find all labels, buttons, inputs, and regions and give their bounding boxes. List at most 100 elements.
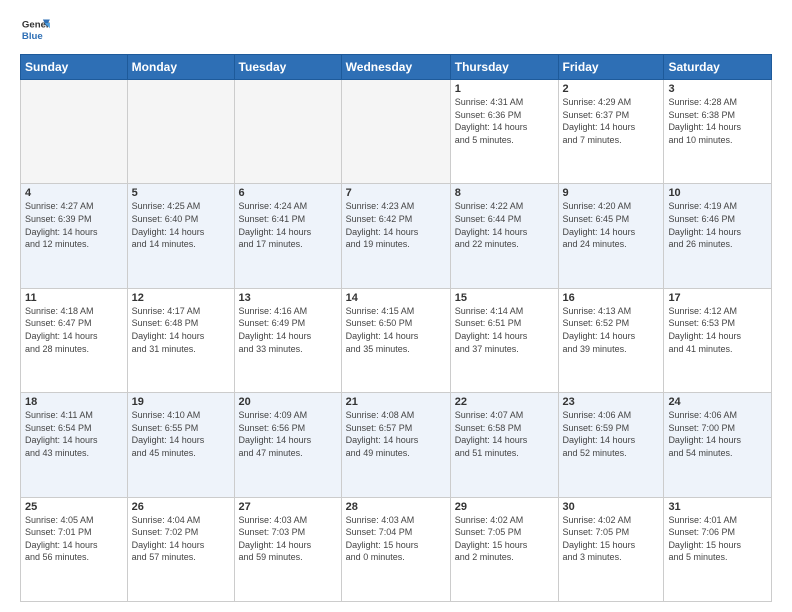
- day-number: 24: [668, 396, 767, 408]
- day-number: 7: [346, 187, 446, 199]
- day-info: Sunrise: 4:09 AM Sunset: 6:56 PM Dayligh…: [239, 409, 337, 459]
- day-cell-2: 2Sunrise: 4:29 AM Sunset: 6:37 PM Daylig…: [558, 80, 664, 184]
- day-cell-27: 27Sunrise: 4:03 AM Sunset: 7:03 PM Dayli…: [234, 497, 341, 601]
- weekday-header-row: SundayMondayTuesdayWednesdayThursdayFrid…: [21, 55, 772, 80]
- day-info: Sunrise: 4:19 AM Sunset: 6:46 PM Dayligh…: [668, 200, 767, 250]
- day-number: 26: [132, 501, 230, 513]
- page: General Blue SundayMondayTuesdayWednesda…: [0, 0, 792, 612]
- day-info: Sunrise: 4:20 AM Sunset: 6:45 PM Dayligh…: [563, 200, 660, 250]
- week-row-3: 11Sunrise: 4:18 AM Sunset: 6:47 PM Dayli…: [21, 288, 772, 392]
- day-number: 4: [25, 187, 123, 199]
- day-cell-14: 14Sunrise: 4:15 AM Sunset: 6:50 PM Dayli…: [341, 288, 450, 392]
- day-cell-25: 25Sunrise: 4:05 AM Sunset: 7:01 PM Dayli…: [21, 497, 128, 601]
- day-cell-5: 5Sunrise: 4:25 AM Sunset: 6:40 PM Daylig…: [127, 184, 234, 288]
- day-info: Sunrise: 4:05 AM Sunset: 7:01 PM Dayligh…: [25, 514, 123, 564]
- day-info: Sunrise: 4:12 AM Sunset: 6:53 PM Dayligh…: [668, 305, 767, 355]
- day-info: Sunrise: 4:14 AM Sunset: 6:51 PM Dayligh…: [455, 305, 554, 355]
- day-cell-12: 12Sunrise: 4:17 AM Sunset: 6:48 PM Dayli…: [127, 288, 234, 392]
- day-info: Sunrise: 4:02 AM Sunset: 7:05 PM Dayligh…: [455, 514, 554, 564]
- day-info: Sunrise: 4:15 AM Sunset: 6:50 PM Dayligh…: [346, 305, 446, 355]
- day-number: 5: [132, 187, 230, 199]
- weekday-sunday: Sunday: [21, 55, 128, 80]
- day-number: 25: [25, 501, 123, 513]
- day-number: 29: [455, 501, 554, 513]
- day-number: 22: [455, 396, 554, 408]
- day-number: 28: [346, 501, 446, 513]
- day-info: Sunrise: 4:04 AM Sunset: 7:02 PM Dayligh…: [132, 514, 230, 564]
- day-info: Sunrise: 4:06 AM Sunset: 6:59 PM Dayligh…: [563, 409, 660, 459]
- week-row-4: 18Sunrise: 4:11 AM Sunset: 6:54 PM Dayli…: [21, 393, 772, 497]
- day-info: Sunrise: 4:23 AM Sunset: 6:42 PM Dayligh…: [346, 200, 446, 250]
- day-cell-3: 3Sunrise: 4:28 AM Sunset: 6:38 PM Daylig…: [664, 80, 772, 184]
- day-info: Sunrise: 4:18 AM Sunset: 6:47 PM Dayligh…: [25, 305, 123, 355]
- day-number: 2: [563, 83, 660, 95]
- day-cell-22: 22Sunrise: 4:07 AM Sunset: 6:58 PM Dayli…: [450, 393, 558, 497]
- day-info: Sunrise: 4:27 AM Sunset: 6:39 PM Dayligh…: [25, 200, 123, 250]
- weekday-wednesday: Wednesday: [341, 55, 450, 80]
- empty-cell: [127, 80, 234, 184]
- day-number: 1: [455, 83, 554, 95]
- day-number: 23: [563, 396, 660, 408]
- day-info: Sunrise: 4:28 AM Sunset: 6:38 PM Dayligh…: [668, 96, 767, 146]
- svg-text:Blue: Blue: [22, 31, 43, 42]
- day-number: 20: [239, 396, 337, 408]
- day-cell-13: 13Sunrise: 4:16 AM Sunset: 6:49 PM Dayli…: [234, 288, 341, 392]
- day-cell-11: 11Sunrise: 4:18 AM Sunset: 6:47 PM Dayli…: [21, 288, 128, 392]
- weekday-saturday: Saturday: [664, 55, 772, 80]
- day-info: Sunrise: 4:07 AM Sunset: 6:58 PM Dayligh…: [455, 409, 554, 459]
- day-info: Sunrise: 4:17 AM Sunset: 6:48 PM Dayligh…: [132, 305, 230, 355]
- day-info: Sunrise: 4:25 AM Sunset: 6:40 PM Dayligh…: [132, 200, 230, 250]
- day-number: 30: [563, 501, 660, 513]
- day-cell-30: 30Sunrise: 4:02 AM Sunset: 7:05 PM Dayli…: [558, 497, 664, 601]
- week-row-5: 25Sunrise: 4:05 AM Sunset: 7:01 PM Dayli…: [21, 497, 772, 601]
- day-info: Sunrise: 4:13 AM Sunset: 6:52 PM Dayligh…: [563, 305, 660, 355]
- day-cell-21: 21Sunrise: 4:08 AM Sunset: 6:57 PM Dayli…: [341, 393, 450, 497]
- day-number: 11: [25, 292, 123, 304]
- day-info: Sunrise: 4:29 AM Sunset: 6:37 PM Dayligh…: [563, 96, 660, 146]
- day-info: Sunrise: 4:02 AM Sunset: 7:05 PM Dayligh…: [563, 514, 660, 564]
- day-number: 14: [346, 292, 446, 304]
- day-info: Sunrise: 4:01 AM Sunset: 7:06 PM Dayligh…: [668, 514, 767, 564]
- day-cell-29: 29Sunrise: 4:02 AM Sunset: 7:05 PM Dayli…: [450, 497, 558, 601]
- day-cell-23: 23Sunrise: 4:06 AM Sunset: 6:59 PM Dayli…: [558, 393, 664, 497]
- day-number: 15: [455, 292, 554, 304]
- day-info: Sunrise: 4:31 AM Sunset: 6:36 PM Dayligh…: [455, 96, 554, 146]
- week-row-1: 1Sunrise: 4:31 AM Sunset: 6:36 PM Daylig…: [21, 80, 772, 184]
- day-cell-18: 18Sunrise: 4:11 AM Sunset: 6:54 PM Dayli…: [21, 393, 128, 497]
- day-number: 6: [239, 187, 337, 199]
- day-number: 21: [346, 396, 446, 408]
- day-info: Sunrise: 4:10 AM Sunset: 6:55 PM Dayligh…: [132, 409, 230, 459]
- day-info: Sunrise: 4:22 AM Sunset: 6:44 PM Dayligh…: [455, 200, 554, 250]
- day-number: 12: [132, 292, 230, 304]
- empty-cell: [21, 80, 128, 184]
- day-cell-8: 8Sunrise: 4:22 AM Sunset: 6:44 PM Daylig…: [450, 184, 558, 288]
- day-number: 19: [132, 396, 230, 408]
- day-cell-10: 10Sunrise: 4:19 AM Sunset: 6:46 PM Dayli…: [664, 184, 772, 288]
- day-cell-6: 6Sunrise: 4:24 AM Sunset: 6:41 PM Daylig…: [234, 184, 341, 288]
- empty-cell: [234, 80, 341, 184]
- day-cell-26: 26Sunrise: 4:04 AM Sunset: 7:02 PM Dayli…: [127, 497, 234, 601]
- header: General Blue: [20, 16, 772, 44]
- calendar-table: SundayMondayTuesdayWednesdayThursdayFrid…: [20, 54, 772, 602]
- day-cell-16: 16Sunrise: 4:13 AM Sunset: 6:52 PM Dayli…: [558, 288, 664, 392]
- logo-icon: General Blue: [20, 16, 50, 44]
- day-number: 3: [668, 83, 767, 95]
- day-info: Sunrise: 4:06 AM Sunset: 7:00 PM Dayligh…: [668, 409, 767, 459]
- day-info: Sunrise: 4:24 AM Sunset: 6:41 PM Dayligh…: [239, 200, 337, 250]
- day-number: 9: [563, 187, 660, 199]
- day-cell-9: 9Sunrise: 4:20 AM Sunset: 6:45 PM Daylig…: [558, 184, 664, 288]
- day-number: 17: [668, 292, 767, 304]
- day-cell-31: 31Sunrise: 4:01 AM Sunset: 7:06 PM Dayli…: [664, 497, 772, 601]
- day-info: Sunrise: 4:16 AM Sunset: 6:49 PM Dayligh…: [239, 305, 337, 355]
- empty-cell: [341, 80, 450, 184]
- weekday-tuesday: Tuesday: [234, 55, 341, 80]
- day-number: 27: [239, 501, 337, 513]
- day-cell-1: 1Sunrise: 4:31 AM Sunset: 6:36 PM Daylig…: [450, 80, 558, 184]
- logo: General Blue: [20, 16, 54, 44]
- day-cell-24: 24Sunrise: 4:06 AM Sunset: 7:00 PM Dayli…: [664, 393, 772, 497]
- day-info: Sunrise: 4:03 AM Sunset: 7:03 PM Dayligh…: [239, 514, 337, 564]
- weekday-thursday: Thursday: [450, 55, 558, 80]
- day-cell-20: 20Sunrise: 4:09 AM Sunset: 6:56 PM Dayli…: [234, 393, 341, 497]
- day-cell-4: 4Sunrise: 4:27 AM Sunset: 6:39 PM Daylig…: [21, 184, 128, 288]
- day-info: Sunrise: 4:08 AM Sunset: 6:57 PM Dayligh…: [346, 409, 446, 459]
